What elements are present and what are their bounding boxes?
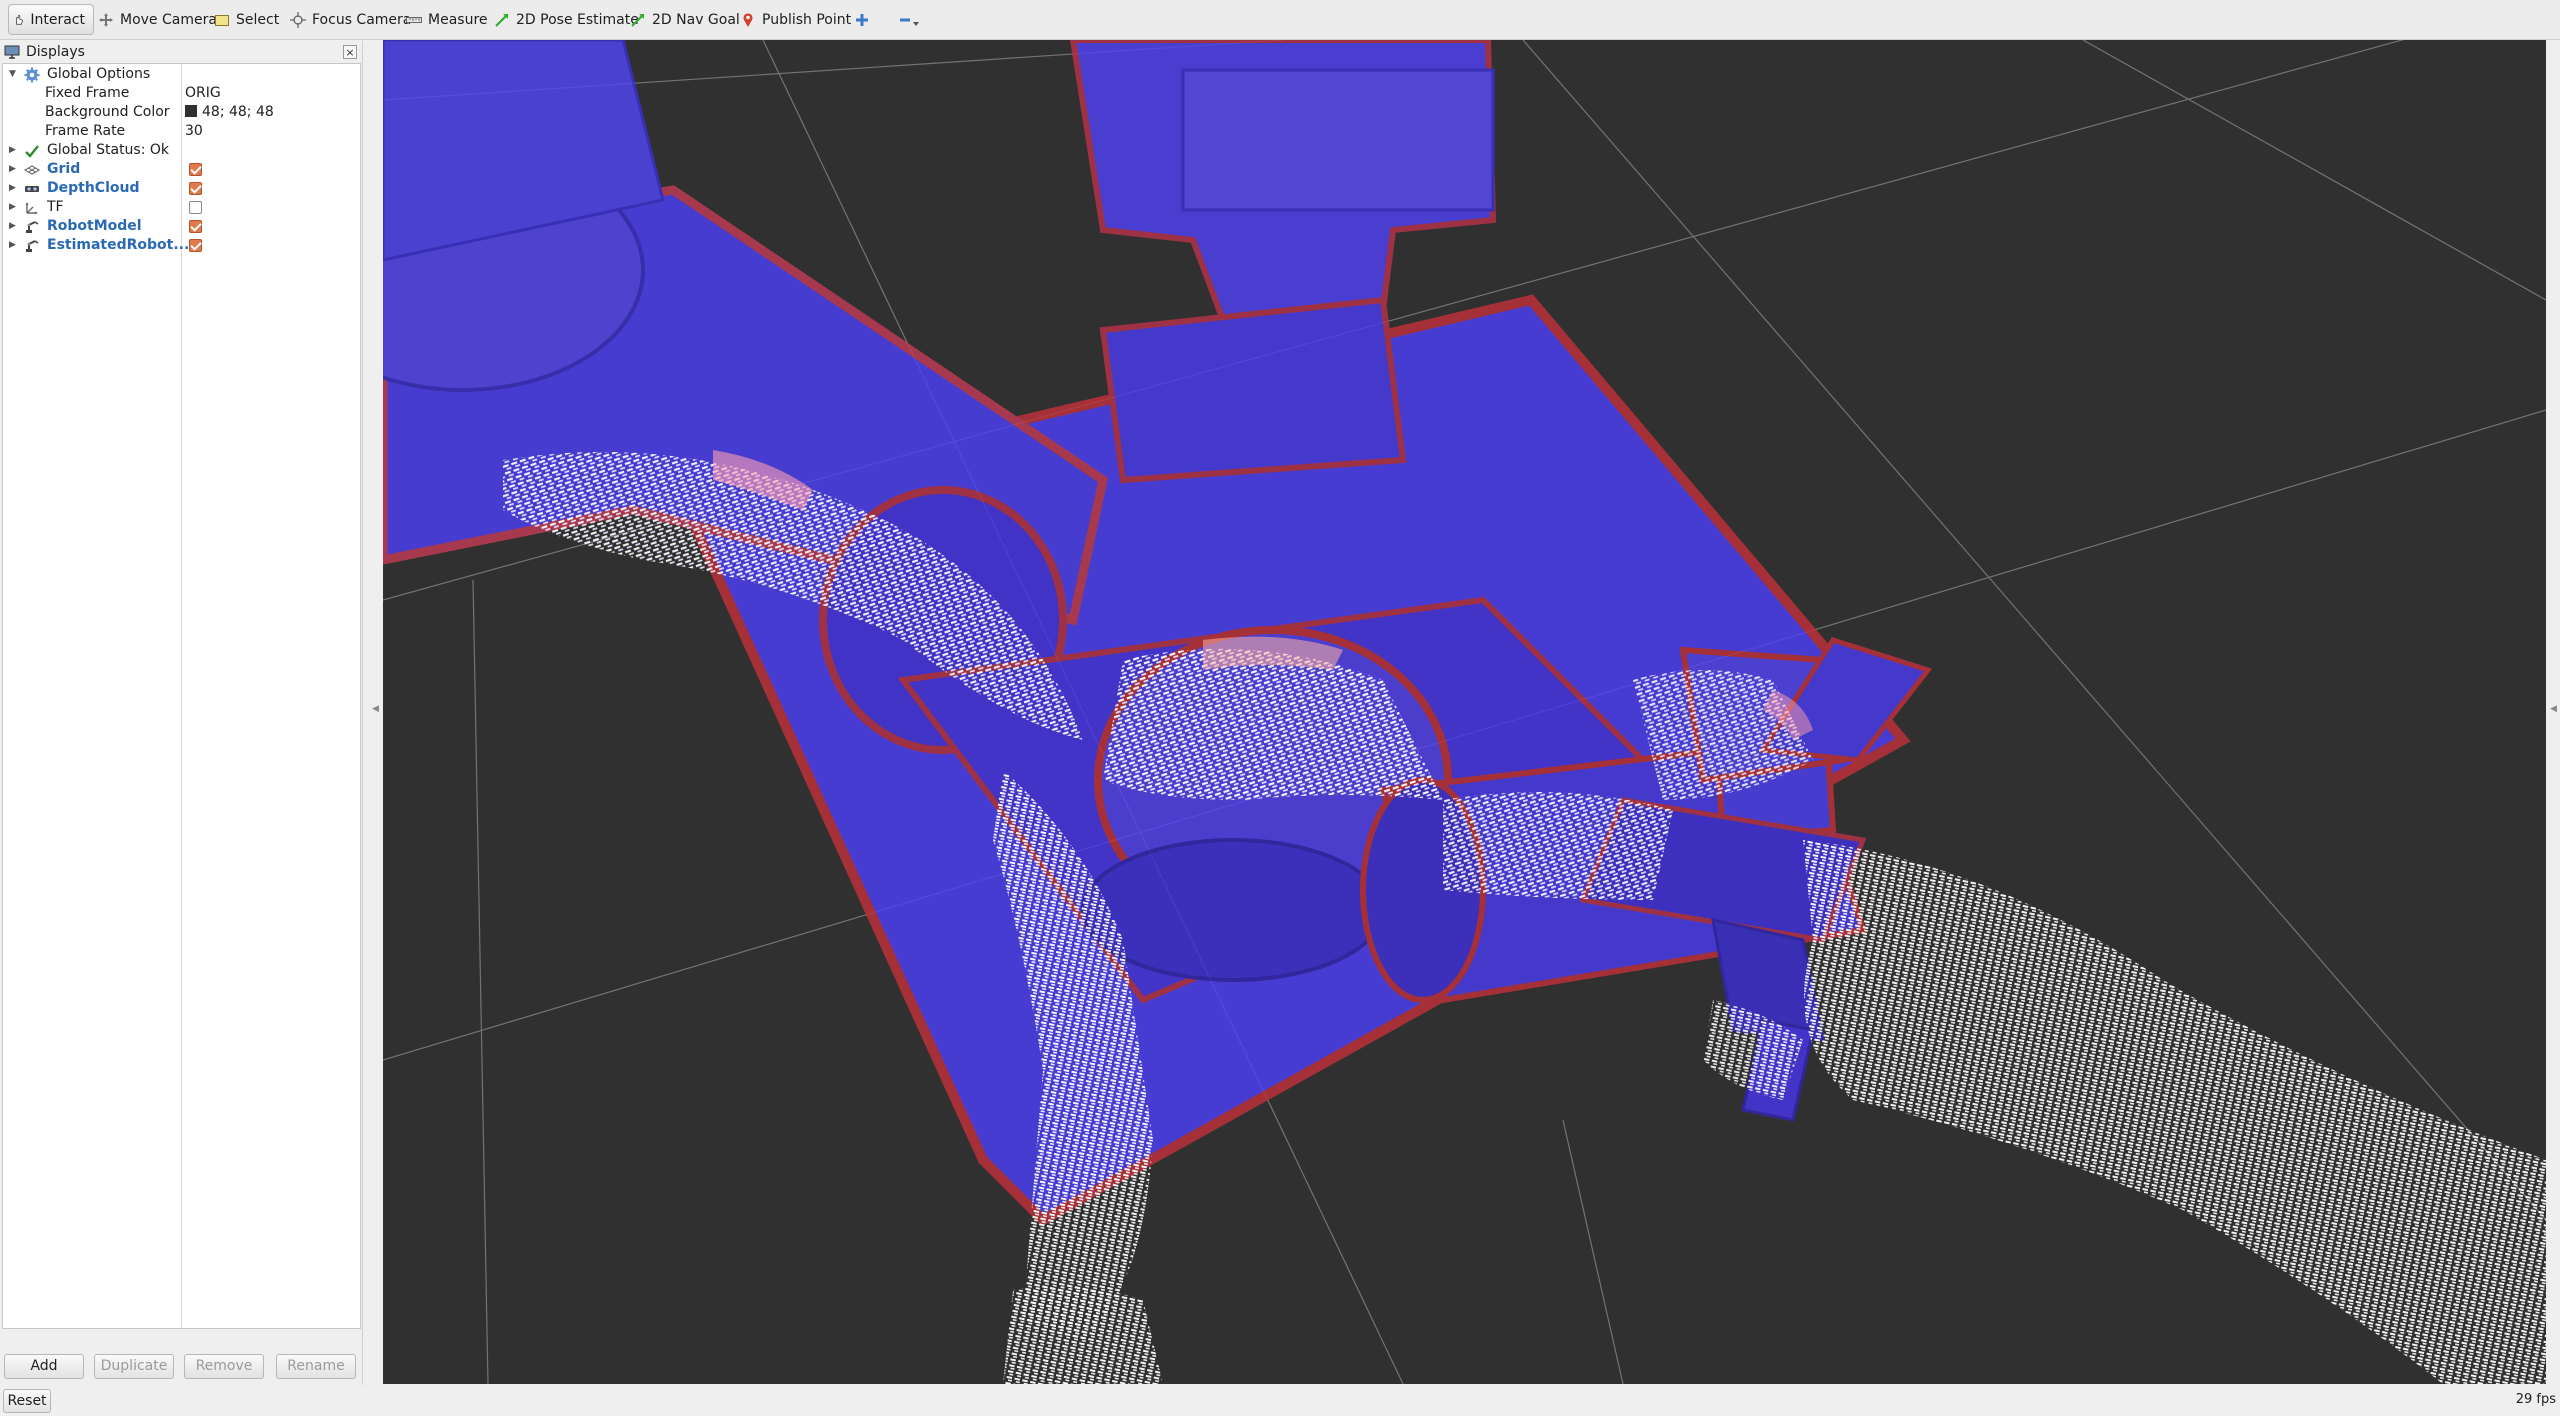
display-enabled-checkbox-depthcloud[interactable]: [189, 182, 202, 195]
display-row-robotmodel[interactable]: ▶ RobotModel: [3, 217, 360, 236]
hand-pointer-icon: [16, 14, 23, 25]
displays-panel-header: Displays ×: [0, 41, 363, 63]
displays-panel-title: Displays: [26, 44, 85, 60]
fixed-frame-label: Fixed Frame: [45, 85, 130, 101]
select-tool[interactable]: Select: [214, 4, 279, 35]
toolbar: Interact Move Camera Select Focus Camera…: [0, 0, 2560, 40]
pose-estimate-label: 2D Pose Estimate: [516, 11, 639, 28]
measure-tool[interactable]: Measure: [406, 4, 488, 35]
display-name-depthcloud: DepthCloud: [47, 180, 140, 196]
right-splitter-handle-icon[interactable]: ◀: [2550, 704, 2557, 714]
global-options-row[interactable]: ▼ Global Options: [3, 65, 360, 84]
pose-estimate-tool[interactable]: 2D Pose Estimate: [494, 4, 639, 35]
reset-button[interactable]: Reset: [3, 1389, 51, 1413]
robot-model-icon: [26, 240, 39, 252]
robot-model: [383, 40, 1933, 1227]
interact-tool[interactable]: Interact: [8, 4, 94, 35]
background-color-label: Background Color: [45, 104, 170, 120]
move-camera-label: Move Camera: [120, 11, 217, 28]
map-pin-icon: [743, 12, 753, 27]
display-enabled-checkbox-grid[interactable]: [189, 163, 202, 176]
monitor-icon: [4, 45, 20, 59]
expanded-arrow-icon[interactable]: ▼: [9, 65, 16, 84]
display-row-grid[interactable]: ▶ Grid: [3, 160, 360, 179]
collapsed-arrow-icon[interactable]: ▶: [9, 160, 16, 179]
robot-model-icon: [26, 221, 39, 233]
close-icon[interactable]: ×: [343, 45, 357, 59]
fixed-frame-row[interactable]: Fixed Frame ORIG: [3, 84, 360, 103]
collapsed-arrow-icon[interactable]: ▶: [9, 179, 16, 198]
background-color-value-cell[interactable]: 48; 48; 48: [185, 103, 274, 122]
remove-display-button[interactable]: Remove: [184, 1354, 264, 1379]
select-label: Select: [236, 11, 280, 28]
display-name-tf: TF: [47, 199, 64, 215]
add-display-button[interactable]: Add: [4, 1354, 84, 1379]
interact-label: Interact: [30, 11, 85, 28]
display-enabled-checkbox-robotmodel[interactable]: [189, 220, 202, 233]
move-camera-icon: [99, 12, 113, 27]
scene-canvas[interactable]: [383, 40, 2546, 1384]
global-options-label: Global Options: [47, 66, 151, 82]
global-status-label: Global Status: Ok: [47, 142, 170, 158]
green-arrow-icon: [631, 13, 644, 27]
background-color-value: 48; 48; 48: [202, 104, 274, 120]
render-3d-view[interactable]: [383, 40, 2546, 1384]
gear-icon: [24, 67, 40, 83]
display-name-grid: Grid: [47, 161, 81, 177]
plus-icon: [856, 13, 868, 26]
display-enabled-checkbox-estimatedrobot[interactable]: [189, 239, 202, 252]
measure-label: Measure: [428, 11, 488, 28]
status-bar: Reset 29 fps: [0, 1386, 2560, 1416]
fps-readout: 29 fps: [2515, 1392, 2556, 1407]
duplicate-display-button[interactable]: Duplicate: [94, 1354, 174, 1379]
grid-icon: [24, 165, 40, 175]
add-tool-button[interactable]: [854, 4, 876, 35]
green-arrow-icon: [495, 13, 508, 27]
display-name-robotmodel: RobotModel: [47, 218, 142, 234]
fixed-frame-value[interactable]: ORIG: [185, 84, 221, 103]
nav-goal-tool[interactable]: 2D Nav Goal: [630, 4, 740, 35]
publish-point-tool[interactable]: Publish Point: [740, 4, 851, 35]
ruler-icon: [406, 16, 422, 23]
collapsed-arrow-icon[interactable]: ▶: [9, 217, 16, 236]
display-row-tf[interactable]: ▶ TF: [3, 198, 360, 217]
tf-icon: [25, 202, 38, 215]
color-swatch: [185, 105, 197, 117]
display-row-depthcloud[interactable]: ▶ DepthCloud: [3, 179, 360, 198]
displays-panel: Displays × ▼ Global Options Fixed Frame …: [0, 41, 363, 1385]
move-camera-tool[interactable]: Move Camera: [98, 4, 217, 35]
global-status-row[interactable]: ▶ Global Status: Ok: [3, 141, 360, 160]
frame-rate-label: Frame Rate: [45, 123, 126, 139]
background-color-row[interactable]: Background Color 48; 48; 48: [3, 103, 360, 122]
frame-rate-value[interactable]: 30: [185, 122, 203, 141]
collapsed-arrow-icon[interactable]: ▶: [9, 198, 16, 217]
focus-camera-tool[interactable]: Focus Camera: [290, 4, 411, 35]
rename-display-button[interactable]: Rename: [276, 1354, 356, 1379]
collapsed-arrow-icon[interactable]: ▶: [9, 141, 16, 160]
focus-crosshair-icon: [290, 11, 306, 28]
publish-point-label: Publish Point: [762, 11, 852, 28]
collapsed-arrow-icon[interactable]: ▶: [9, 236, 16, 255]
left-splitter-handle-icon[interactable]: ◀: [372, 704, 379, 714]
depth-camera-icon: [25, 186, 39, 192]
displays-tree: ▼ Global Options Fixed Frame ORIG Backgr…: [2, 63, 361, 1329]
minus-dropdown-icon: [900, 18, 919, 26]
remove-tool-dropdown[interactable]: [898, 4, 928, 35]
nav-goal-label: 2D Nav Goal: [652, 11, 740, 28]
display-row-estimatedrobot[interactable]: ▶ EstimatedRobot...: [3, 236, 360, 255]
display-name-estimatedrobot: EstimatedRobot...: [47, 237, 190, 253]
frame-rate-row[interactable]: Frame Rate 30: [3, 122, 360, 141]
focus-camera-label: Focus Camera: [312, 11, 412, 28]
display-enabled-checkbox-tf[interactable]: [189, 201, 202, 214]
select-box-icon: [215, 14, 229, 26]
checkmark-icon: [25, 145, 39, 158]
